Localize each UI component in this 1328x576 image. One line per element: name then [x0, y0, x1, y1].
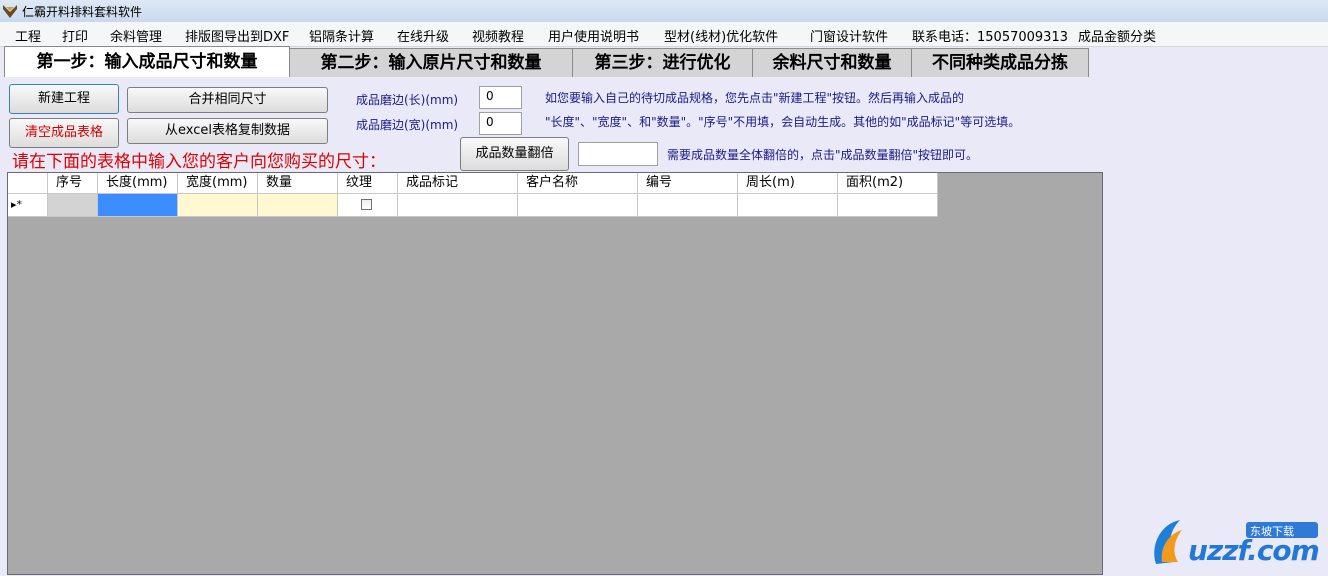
cell-customer-name[interactable]	[518, 194, 638, 217]
col-header-texture[interactable]: 纹理	[338, 173, 398, 194]
copy-from-excel-button[interactable]: 从excel表格复制数据	[127, 118, 328, 144]
col-header-product-mark[interactable]: 成品标记	[398, 173, 518, 194]
menu-window-design[interactable]: 门窗设计软件	[810, 26, 888, 45]
double-quantity-input[interactable]	[578, 142, 658, 166]
cell-perimeter[interactable]	[738, 194, 838, 217]
menu-export-dxf[interactable]: 排版图导出到DXF	[185, 26, 289, 45]
menu-amount-classify[interactable]: 成品金额分类	[1078, 26, 1156, 45]
col-header-number[interactable]: 编号	[638, 173, 738, 194]
cell-seq	[48, 194, 98, 217]
tab-step2[interactable]: 第二步：输入原片尺寸和数量	[289, 48, 573, 77]
product-size-grid[interactable]: 序号 长度(mm) 宽度(mm) 数量 纹理 成品标记 客户名称 编号 周长(m…	[7, 172, 1103, 575]
menu-phone[interactable]: 联系电话：15057009313	[912, 26, 1068, 45]
cell-quantity[interactable]	[258, 194, 338, 217]
col-header-area[interactable]: 面积(m2)	[838, 173, 938, 194]
edge-wide-label: 成品磨边(宽)(mm)	[356, 118, 459, 132]
tab-remnant[interactable]: 余料尺寸和数量	[752, 48, 912, 77]
tab-sorting[interactable]: 不同种类成品分拣	[911, 48, 1089, 77]
hint-line-1: 如您要输入自己的待切成品规格，您先点击"新建工程"按钮。然后再输入成品的	[545, 91, 965, 105]
tab-step3[interactable]: 第三步：进行优化	[572, 48, 753, 77]
new-project-button[interactable]: 新建工程	[9, 84, 119, 114]
new-row-marker: ▸*	[8, 194, 48, 217]
uzzf-watermark: 东坡下载 uzzf.com	[1148, 512, 1323, 572]
menu-online-upgrade[interactable]: 在线升级	[397, 26, 449, 45]
edge-long-input[interactable]: 0	[479, 86, 522, 109]
tab-step1[interactable]: 第一步：输入成品尺寸和数量	[4, 46, 290, 77]
instruction-text: 请在下面的表格中输入您的客户向您购买的尺寸：	[12, 152, 386, 172]
menu-user-manual[interactable]: 用户使用说明书	[548, 26, 639, 45]
double-quantity-button[interactable]: 成品数量翻倍	[460, 137, 569, 171]
col-header-width[interactable]: 宽度(mm)	[178, 173, 258, 194]
col-header-length[interactable]: 长度(mm)	[98, 173, 178, 194]
watermark-text: uzzf.com	[1188, 534, 1320, 567]
col-header-customer-name[interactable]: 客户名称	[518, 173, 638, 194]
cell-product-mark[interactable]	[398, 194, 518, 217]
menu-profile-optimize[interactable]: 型材(线材)优化软件	[664, 26, 778, 45]
menu-spacer-calc[interactable]: 铝隔条计算	[309, 26, 374, 45]
menu-print[interactable]: 打印	[62, 26, 88, 45]
merge-same-size-button[interactable]: 合并相同尺寸	[127, 87, 328, 113]
edge-wide-input[interactable]: 0	[479, 112, 522, 135]
edge-long-label: 成品磨边(长)(mm)	[356, 93, 459, 107]
window-title: 仁霸开料排料套料软件	[22, 5, 143, 19]
row-header-corner	[8, 173, 48, 194]
menu-project[interactable]: 工程	[15, 26, 41, 45]
col-header-seq[interactable]: 序号	[48, 173, 98, 194]
app-logo-icon	[3, 5, 17, 18]
menu-bar: 工程 打印 余料管理 排版图导出到DXF 铝隔条计算 在线升级 视频教程 用户使…	[0, 22, 1328, 47]
hint-line-2: "长度"、"宽度"、和"数量"。"序号"不用填，会自动生成。其他的如"成品标记"…	[545, 115, 1021, 129]
col-header-perimeter[interactable]: 周长(m)	[738, 173, 838, 194]
double-quantity-hint: 需要成品数量全体翻倍的，点击"成品数量翻倍"按钮即可。	[667, 148, 979, 162]
title-bar: 仁霸开料排料套料软件	[0, 0, 1328, 22]
cell-area[interactable]	[838, 194, 938, 217]
cell-length[interactable]	[98, 194, 178, 217]
menu-remnant[interactable]: 余料管理	[110, 26, 162, 45]
col-header-quantity[interactable]: 数量	[258, 173, 338, 194]
clear-table-button[interactable]: 清空成品表格	[9, 118, 119, 148]
cell-number[interactable]	[638, 194, 738, 217]
cell-texture[interactable]	[338, 194, 398, 217]
texture-checkbox[interactable]	[361, 199, 372, 210]
cell-width[interactable]	[178, 194, 258, 217]
menu-video-tutorial[interactable]: 视频教程	[472, 26, 524, 45]
